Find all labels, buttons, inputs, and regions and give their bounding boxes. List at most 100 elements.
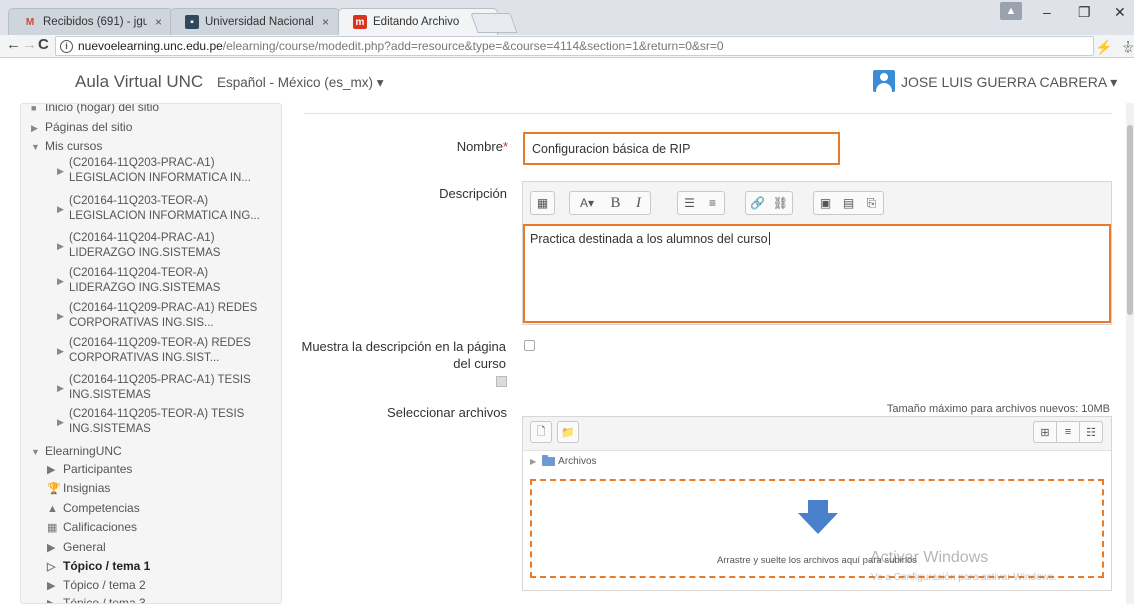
name-input[interactable]: Configuracion básica de RIP — [523, 132, 840, 165]
upload-arrow-icon — [798, 500, 838, 534]
info-icon[interactable]: i — [60, 39, 73, 53]
minimize-button[interactable]: – — [1043, 4, 1051, 20]
chevron-right-icon: ▶ — [57, 311, 64, 321]
user-menu[interactable]: JOSE LUIS GUERRA CABRERA ▾ — [901, 74, 1117, 91]
restore-button[interactable]: ❐ — [1078, 4, 1091, 21]
course-item[interactable]: ▶ (C20164-11Q203-TEOR-A) LEGISLACION INFO… — [57, 194, 260, 224]
chevron-right-icon: ▶ — [57, 276, 64, 286]
chevron-down-icon: ▼ — [31, 447, 40, 457]
editor-group-4: 🔗 ⛓ — [745, 191, 793, 215]
gmail-icon: M — [25, 16, 35, 28]
profile-icon[interactable]: ▲ — [1000, 2, 1022, 20]
site-icon: ▪ — [185, 15, 199, 29]
competency-icon: ▲ — [47, 503, 58, 515]
unordered-list-icon[interactable]: ☰ — [678, 192, 701, 214]
required-icon: * — [502, 139, 508, 154]
unlink-icon[interactable]: ⛓ — [769, 192, 792, 214]
chevron-right-icon: ▶ — [47, 542, 56, 554]
nav-insignias[interactable]: 🏆 Insignias — [47, 481, 110, 495]
max-file-size: Tamaño máximo para archivos nuevos: 10MB — [886, 403, 1110, 415]
add-file-button[interactable]: 🗋 — [530, 421, 552, 443]
name-label: Nombre* — [456, 139, 508, 154]
windows-activation-watermark: Activar Windows — [870, 549, 989, 566]
help-icon[interactable] — [496, 376, 507, 387]
nav-site-home[interactable]: ■ Inicio (hogar) del sitio — [31, 103, 159, 114]
browser-tab-strip: M Recibidos (691) - jguerra × ▪ Universi… — [0, 0, 1134, 35]
nav-general[interactable]: ▶ General — [47, 540, 106, 554]
create-folder-button[interactable]: 📁 — [557, 421, 579, 443]
chevron-right-outline-icon: ▷ — [47, 561, 56, 573]
file-picker-path[interactable]: ▶ Archivos — [530, 455, 597, 467]
bold-icon[interactable]: B — [604, 192, 627, 214]
back-icon[interactable]: ← — [6, 36, 21, 53]
editor-group-5: ▣ ▤ ⎘ — [813, 191, 884, 215]
editor-group-3: ☰ ≡ — [677, 191, 725, 215]
manage-files-icon[interactable]: ⎘ — [860, 192, 883, 214]
file-picker-toolbar — [523, 417, 1111, 451]
chevron-right-icon: ▶ — [57, 241, 64, 251]
chevron-right-icon: ▶ — [47, 464, 56, 476]
section-divider — [304, 113, 1112, 114]
close-icon[interactable]: × — [155, 15, 162, 29]
chevron-down-icon: ▼ — [31, 142, 40, 152]
view-list-button[interactable]: ≡ — [1056, 421, 1080, 443]
navigation-block: ■ Inicio (hogar) del sitio ▶ Páginas del s… — [20, 103, 282, 604]
editor-group-2: A▾ B I — [569, 191, 651, 215]
site-navbar: Aula Virtual UNC Español - México (es_mx… — [0, 58, 1134, 103]
chevron-right-icon: ▶ — [57, 346, 64, 356]
course-item[interactable]: ▶ (C20164-11Q205-TEOR-A) TESIS ING.SISTEM… — [57, 407, 244, 437]
moodle-icon: m — [353, 15, 367, 29]
new-tab-button[interactable] — [470, 13, 518, 33]
view-tree-button[interactable]: ☷ — [1079, 421, 1103, 443]
nav-participantes[interactable]: ▶ Participantes — [47, 462, 132, 476]
chevron-right-icon: ▶ — [31, 123, 38, 133]
course-item[interactable]: ▶ (C20164-11Q203-PRAC-A1) LEGISLACION INF… — [57, 156, 251, 186]
chevron-right-icon: ▶ — [57, 204, 64, 214]
forward-icon[interactable]: → — [22, 36, 37, 53]
editor-group-1: ▦ — [530, 191, 555, 215]
language-menu[interactable]: Español - México (es_mx) ▾ — [217, 75, 384, 91]
italic-icon[interactable]: I — [627, 192, 650, 214]
gradebook-icon: ▦ — [47, 522, 58, 534]
user-avatar-icon[interactable] — [873, 70, 895, 92]
link-icon[interactable]: 🔗 — [746, 192, 769, 214]
course-item[interactable]: ▶ (C20164-11Q209-PRAC-A1) REDES CORPORATI… — [57, 301, 257, 331]
font-style-icon[interactable]: A▾ — [570, 192, 604, 214]
course-item[interactable]: ▶ (C20164-11Q204-TEOR-A) LIDERAZGO ING.SI… — [57, 266, 220, 296]
media-icon[interactable]: ▤ — [837, 192, 860, 214]
close-icon[interactable]: × — [322, 15, 329, 29]
description-textarea[interactable]: Practica destinada a los alumnos del cur… — [523, 224, 1111, 323]
site-brand[interactable]: Aula Virtual UNC — [75, 72, 203, 92]
reload-icon[interactable]: C — [38, 36, 49, 53]
nav-topic-2[interactable]: ▶ Tópico / tema 2 — [47, 578, 146, 592]
show-description-checkbox[interactable] — [524, 340, 535, 351]
tab-universidad[interactable]: ▪ Universidad Nacional de × — [170, 8, 340, 35]
nav-calificaciones[interactable]: ▦ Calificaciones — [47, 520, 137, 534]
text-caret — [768, 232, 770, 245]
image-icon[interactable]: ▣ — [814, 192, 837, 214]
select-files-label: Seleccionar archivos — [387, 405, 507, 420]
tab-title: Editando Archivo — [373, 16, 460, 28]
bullet-icon: ■ — [31, 103, 37, 113]
address-bar[interactable]: i nuevoelearning.unc.edu.pe/elearning/co… — [55, 36, 1134, 56]
ordered-list-icon[interactable]: ≡ — [701, 192, 724, 214]
course-item[interactable]: ▶ (C20164-11Q205-PRAC-A1) TESIS ING.SISTE… — [57, 373, 251, 403]
toolbar-toggle-icon[interactable]: ▦ — [531, 192, 554, 214]
tab-gmail[interactable]: M Recibidos (691) - jguerra × — [8, 8, 173, 35]
nav-my-courses[interactable]: ▼ Mis cursos — [31, 139, 102, 153]
browser-menu-icon[interactable]: ⋮ — [1121, 38, 1134, 55]
close-window-button[interactable]: ✕ — [1114, 4, 1126, 21]
nav-competencias[interactable]: ▲ Competencias — [47, 501, 140, 515]
course-item[interactable]: ▶ (C20164-11Q204-PRAC-A1) LIDERAZGO ING.S… — [57, 231, 220, 261]
chevron-right-icon: ▶ — [57, 417, 64, 427]
view-icons-button[interactable]: ⊞ — [1033, 421, 1057, 443]
url-path: /elearning/course/modedit.php?add=resour… — [222, 39, 724, 53]
nav-site-pages[interactable]: ▶ Páginas del sitio — [31, 120, 132, 134]
nav-current-course[interactable]: ▼ ElearningUNC — [31, 444, 122, 458]
nav-topic-3[interactable]: ▶ Tópico / tema 3 — [47, 596, 146, 603]
nav-topic-1[interactable]: ▷ Tópico / tema 1 — [47, 559, 150, 573]
browser-toolbar: ← → C i nuevoelearning.unc.edu.pe/elearn… — [0, 35, 1134, 58]
extension-icon[interactable]: ⚡ — [1095, 39, 1112, 56]
scrollbar-thumb[interactable] — [1127, 125, 1133, 315]
course-item[interactable]: ▶ (C20164-11Q209-TEOR-A) REDES CORPORATIV… — [57, 336, 251, 366]
